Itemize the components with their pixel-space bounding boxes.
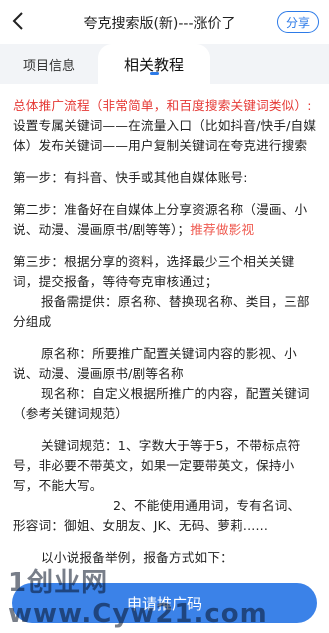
share-button[interactable]: 分享 [277,11,319,33]
step-3: 第三步：根据分享的资料，选择最少三个相关关键词，提交报备，等待夸克审核通过； [13,254,295,289]
keyword-rule-2-cont: 形容词：御姐、女朋友、JK、无码、萝莉...... [13,518,269,533]
step-2: 第二步：准备好在自媒体上分享资源名称（漫画、小说、动漫、漫画原书/剧等等）；推荐… [13,200,319,240]
chevron-left-icon [12,12,23,30]
step-2-text: 第二步：准备好在自媒体上分享资源名称（漫画、小说、动漫、漫画原书/剧等等）； [13,202,308,237]
original-name-desc: 原名称：所要推广配置关键词内容的影视、小说、动漫、漫画原书/剧等名称 [13,346,297,381]
keyword-rule-2: 2、不能使用通用词，专有名词、 [113,498,301,513]
tutorial-content: 总体推广流程（非常简单，和百度搜索关键词类似）: 设置专属关键词——在流量入口（… [0,84,329,633]
apply-promo-code-button[interactable]: 申请推广码 [12,583,317,623]
active-tab-indicator [150,72,159,75]
flow-intro: 设置专属关键词——在流量入口（比如抖音/快手/自媒体）发布关键词——用户复制关键… [13,118,317,153]
recommend-video-link[interactable]: 推荐做影视 [190,222,254,237]
current-name-desc: 现名称：自定义根据所推广的内容，配置关键词（参考关键词规范） [13,386,310,421]
tab-project-info[interactable]: 项目信息 [0,44,98,84]
keyword-rule-1: 关键词规范：1、字数大于等于5，不带标点符号，非必要不带英文，如果一定要带英文，… [13,438,301,493]
report-requirements: 报备需提供：原名称、替换现名称、类目，三部分组成 [13,294,310,329]
tab-bar: 项目信息 相关教程 [0,44,329,84]
top-bar: 夸克搜索版(新)---涨价了 分享 [0,0,329,44]
flow-heading: 总体推广流程（非常简单，和百度搜索关键词类似）: [13,98,312,113]
tab-related-tutorials[interactable]: 相关教程 [98,44,210,84]
step-1: 第一步：有抖音、快手或其他自媒体账号: [13,170,248,185]
bottom-bar: 申请推广码 [0,575,329,633]
page-title: 夸克搜索版(新)---涨价了 [83,16,236,32]
back-button[interactable] [6,8,30,34]
report-example: 以小说报备举例，报备方式如下： [41,550,233,565]
